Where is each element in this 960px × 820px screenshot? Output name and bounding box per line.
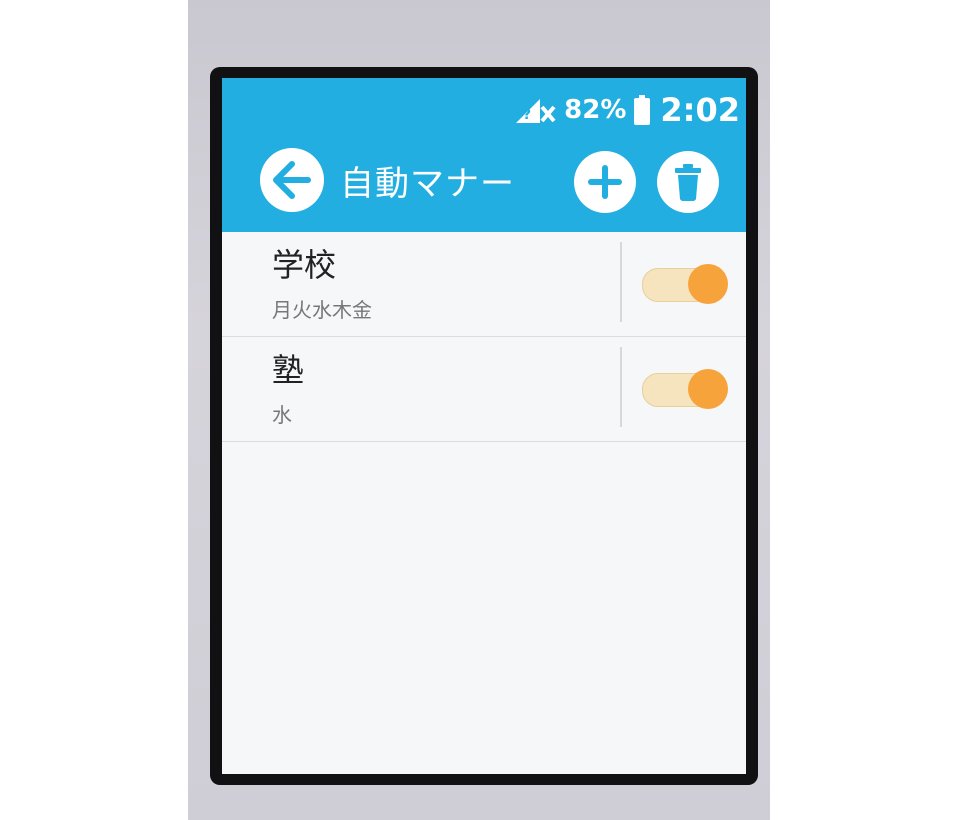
toggle-thumb	[688, 264, 728, 304]
battery-icon	[634, 95, 651, 125]
row-divider	[620, 347, 622, 427]
screen: ? 82% 2:02 自動マナー 学校 月火水木金 塾 水	[222, 78, 746, 774]
status-bar: ? 82% 2:02	[514, 90, 740, 130]
trash-icon	[675, 164, 701, 201]
battery-percent: 82%	[564, 95, 627, 125]
list-item[interactable]: 塾 水	[222, 337, 746, 442]
no-sim-signal-icon: ?	[514, 95, 556, 125]
list-item[interactable]: 学校 月火水木金	[222, 232, 746, 337]
enable-toggle[interactable]	[642, 369, 728, 409]
back-button[interactable]	[260, 148, 324, 212]
app-bar: ? 82% 2:02 自動マナー	[222, 78, 746, 232]
arrow-left-icon	[273, 161, 311, 199]
toggle-thumb	[688, 369, 728, 409]
item-days: 月火水木金	[272, 298, 372, 322]
add-button[interactable]	[574, 151, 636, 213]
svg-text:?: ?	[523, 107, 531, 123]
clock: 2:02	[660, 91, 740, 129]
delete-button[interactable]	[657, 151, 719, 213]
item-title: 塾	[272, 351, 305, 389]
item-days: 水	[272, 403, 292, 427]
page-title: 自動マナー	[340, 164, 515, 204]
plus-icon	[588, 165, 622, 199]
item-title: 学校	[272, 246, 337, 284]
row-divider	[620, 242, 622, 322]
rule-list: 学校 月火水木金 塾 水	[222, 232, 746, 442]
enable-toggle[interactable]	[642, 264, 728, 304]
